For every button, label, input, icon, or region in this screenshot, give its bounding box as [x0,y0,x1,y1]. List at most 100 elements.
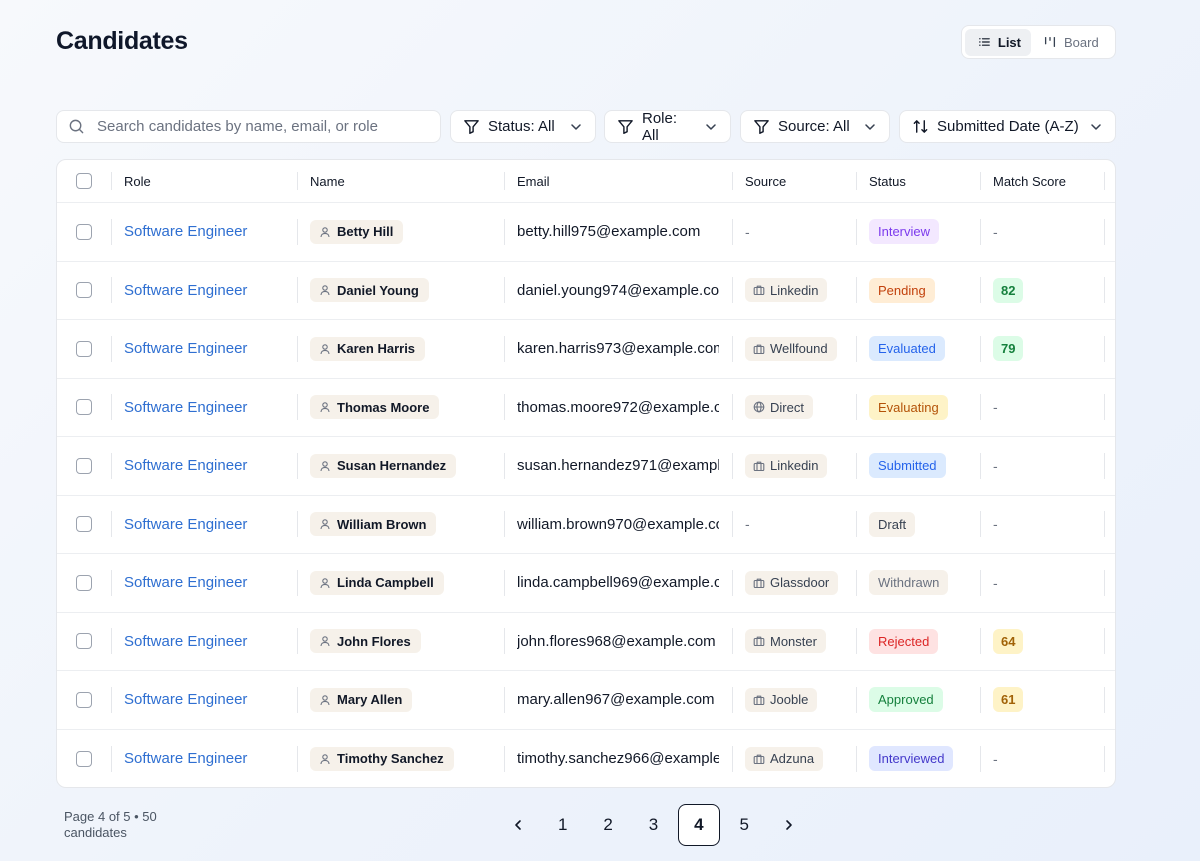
list-view-button[interactable]: List [965,28,1031,56]
table-row[interactable]: Software Engineer Thomas Moore thomas.moor… [57,379,1115,437]
chevron-right-icon [786,820,792,830]
column-separator [1104,262,1115,320]
table-row[interactable]: Software Engineer Daniel Young daniel.youn… [57,262,1115,320]
briefcase-icon [753,753,765,765]
row-checkbox[interactable] [76,457,92,474]
sort-dropdown[interactable]: Submitted Date (A-Z) [899,110,1116,143]
match-score-badge: 64 [993,628,1024,654]
status-badge: Interviewed [869,746,954,772]
table-row[interactable]: Software Engineer William Brown william.br… [57,496,1115,554]
candidate-name-chip[interactable]: Thomas Moore [310,395,440,420]
candidate-email: susan.hernandez971@example.com [517,457,719,475]
candidate-name-chip[interactable]: John Flores [310,629,421,654]
table-row[interactable]: Software Engineer Linda Campbell linda.cam… [57,554,1115,613]
table-row[interactable]: Software Engineer Susan Hernandez susan.he… [57,437,1115,496]
candidate-name-chip[interactable]: Susan Hernandez [310,453,457,478]
role-link[interactable]: Software Engineer [124,750,247,767]
table-header: Role Name Email Source Status Match Scor… [57,160,1115,203]
row-checkbox[interactable] [76,750,92,767]
source-empty: - [745,223,750,240]
source-chip: Monster [745,629,826,654]
table-row[interactable]: Software Engineer Karen Harris karen.harri… [57,320,1115,379]
status-filter-dropdown[interactable]: Status: All [450,110,596,143]
candidate-email: timothy.sanchez966@example.com [517,750,719,768]
table-row[interactable]: Software Engineer Betty Hill betty.hill975… [57,203,1115,262]
source-text: Direct [770,399,804,415]
source-text: Wellfound [770,341,828,357]
role-link[interactable]: Software Engineer [124,516,247,533]
page-1-button[interactable]: 1 [542,804,584,846]
row-checkbox[interactable] [76,399,92,416]
page-3-button[interactable]: 3 [632,804,674,846]
row-checkbox[interactable] [76,223,92,240]
candidate-name: John Flores [337,633,411,649]
status-badge: Approved [869,687,943,713]
candidate-name: Susan Hernandez [337,458,447,474]
status-badge: Draft [869,511,916,537]
source-filter-dropdown[interactable]: Source: All [740,110,890,143]
chevron-left-icon [515,820,521,830]
candidate-name-chip[interactable]: William Brown [310,512,437,537]
column-header-source[interactable]: Source [732,160,856,202]
globe-icon [753,401,765,413]
page-5-button[interactable]: 5 [723,804,765,846]
role-link[interactable]: Software Engineer [124,340,247,357]
column-header-role[interactable]: Role [111,160,298,202]
role-link[interactable]: Software Engineer [124,457,247,474]
candidate-name-chip[interactable]: Daniel Young [310,278,429,303]
match-score-empty: - [993,750,998,767]
next-page-button[interactable] [767,804,811,846]
row-checkbox[interactable] [76,633,92,650]
table-row[interactable]: Software Engineer John Flores john.flores9… [57,613,1115,671]
candidate-name: William Brown [337,516,427,532]
column-header-name[interactable]: Name [297,160,504,202]
row-checkbox[interactable] [76,574,92,591]
column-header-email[interactable]: Email [504,160,732,202]
candidate-name: Linda Campbell [337,575,434,591]
person-icon [319,635,331,647]
table-row[interactable]: Software Engineer Timothy Sanchez timothy.… [57,730,1115,788]
briefcase-icon [753,694,765,706]
match-score-empty: - [993,516,998,533]
candidate-name-chip[interactable]: Karen Harris [310,336,426,361]
page-4-button[interactable]: 4 [677,804,720,846]
row-checkbox[interactable] [76,691,92,708]
column-header-match-score[interactable]: Match Score [980,160,1104,202]
column-separator [1104,437,1115,495]
board-view-button[interactable]: Board [1033,29,1109,56]
role-link[interactable]: Software Engineer [124,399,247,416]
candidate-name-chip[interactable]: Betty Hill [310,219,404,244]
previous-page-button[interactable] [496,804,540,846]
role-link[interactable]: Software Engineer [124,633,247,650]
row-checkbox[interactable] [76,340,92,357]
select-all-checkbox[interactable] [76,173,92,189]
role-link[interactable]: Software Engineer [124,223,247,240]
person-icon [319,694,331,706]
role-link[interactable]: Software Engineer [124,574,247,591]
candidate-name-chip[interactable]: Timothy Sanchez [310,746,454,771]
column-header-status[interactable]: Status [856,160,980,202]
table-row[interactable]: Software Engineer Mary Allen mary.allen967… [57,671,1115,730]
role-link[interactable]: Software Engineer [124,282,247,299]
person-icon [319,401,331,413]
page-title: Candidates [56,27,188,55]
row-checkbox[interactable] [76,516,92,533]
page-2-button[interactable]: 2 [587,804,629,846]
row-checkbox[interactable] [76,282,92,299]
match-score-empty: - [993,223,998,240]
filter-icon [464,120,479,135]
view-toggle: List Board [961,25,1116,59]
role-link[interactable]: Software Engineer [124,691,247,708]
candidate-name-chip[interactable]: Linda Campbell [310,570,444,595]
status-badge: Withdrawn [869,570,949,596]
candidate-email: mary.allen967@example.com [517,691,715,709]
page-numbers: 12345 [540,804,767,846]
search-input[interactable] [97,118,417,135]
column-separator [1104,379,1115,437]
role-filter-dropdown[interactable]: Role: All [604,110,731,144]
briefcase-icon [753,635,765,647]
candidate-name-chip[interactable]: Mary Allen [310,687,413,712]
chevron-down-icon [706,123,716,130]
status-badge: Rejected [869,628,939,654]
pagination: 12345 [496,804,811,846]
